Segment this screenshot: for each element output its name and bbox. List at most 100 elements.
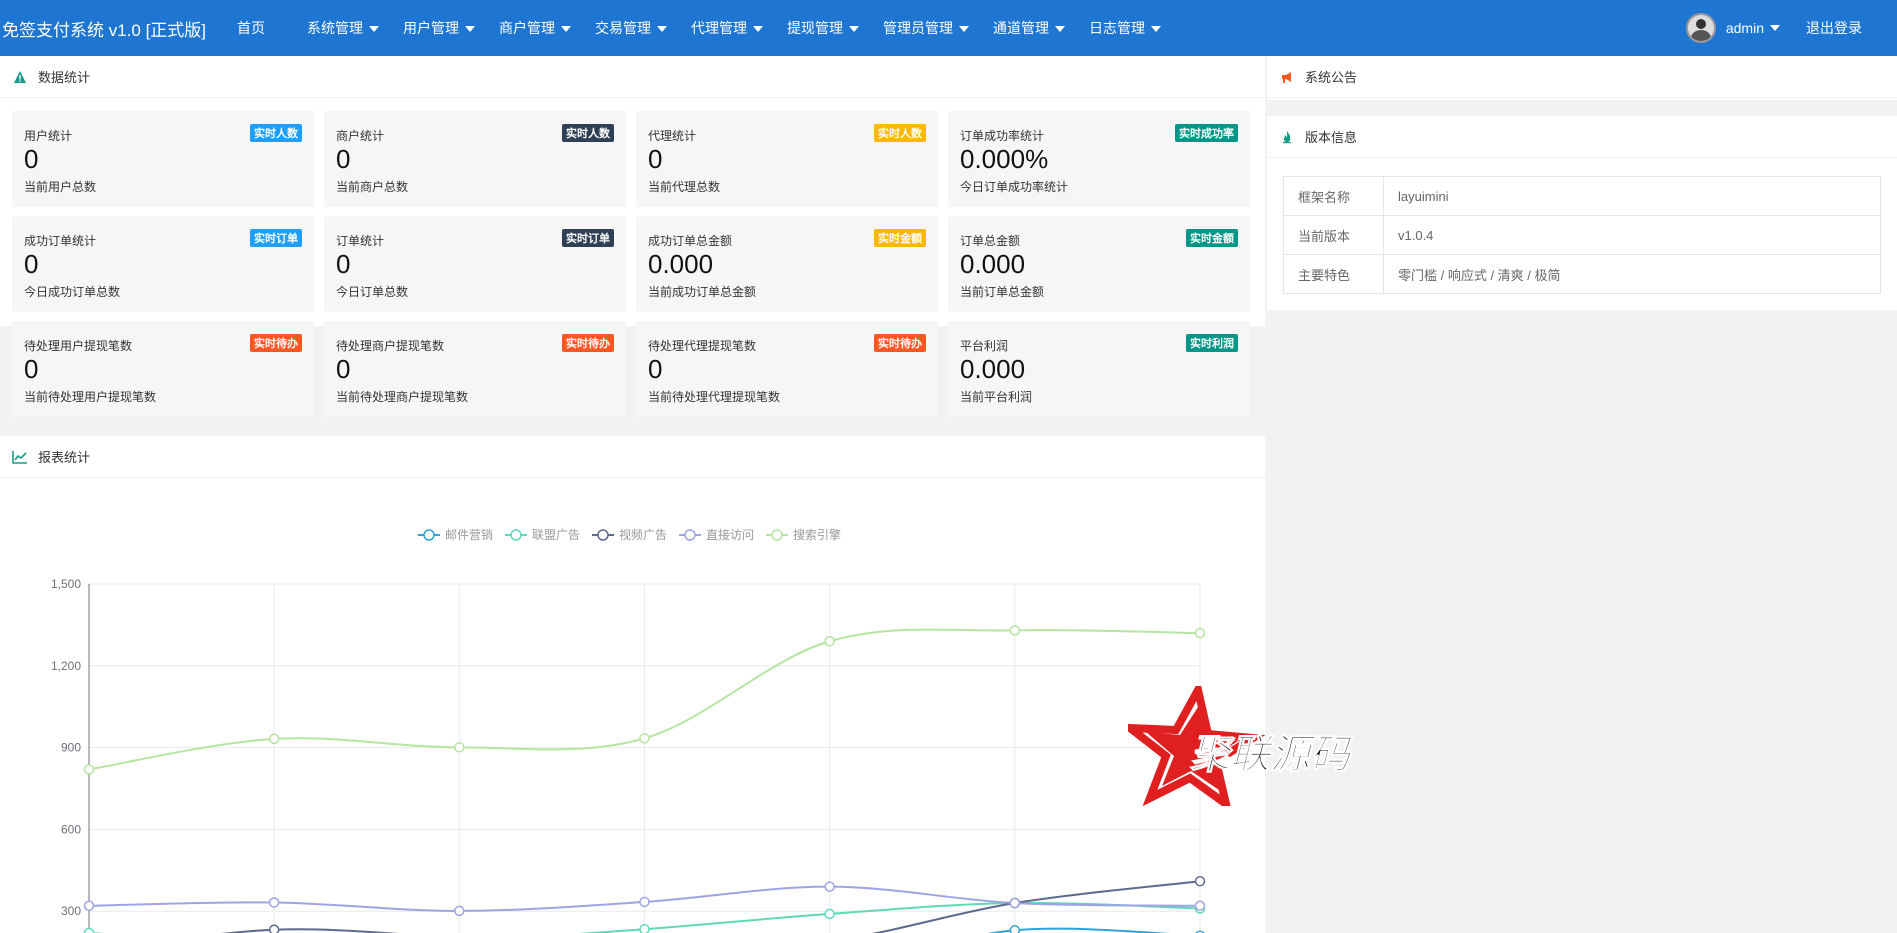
nav-item-label: 代理管理 — [691, 20, 747, 36]
stat-card-value: 0 — [648, 144, 663, 174]
notice-panel: 系统公告 — [1267, 56, 1897, 100]
fire-icon — [1279, 129, 1295, 145]
data-point[interactable] — [268, 897, 280, 908]
stat-card: 待处理代理提现笔数 实时待办 0 当前待处理代理提现笔数 — [636, 321, 938, 417]
y-tick-label: 1,500 — [51, 577, 81, 591]
stat-card-title: 商户统计 — [336, 129, 385, 143]
legend-item[interactable]: 联盟广告 — [505, 528, 580, 542]
nav-item-9[interactable]: 日志管理 — [1077, 0, 1173, 56]
data-point[interactable] — [454, 742, 465, 753]
stat-card-desc: 当前订单总金额 — [960, 285, 1045, 299]
admin-username: admin — [1725, 20, 1764, 36]
legend-item[interactable]: 视频广告 — [592, 527, 667, 542]
nav-item-5[interactable]: 代理管理 — [679, 0, 775, 56]
nav-item-label: 提现管理 — [787, 20, 843, 36]
stat-card: 商户统计 实时人数 0 当前商户总数 — [324, 111, 626, 207]
version-key: 当前版本 — [1283, 215, 1384, 255]
stat-card-desc: 当前待处理商户提现笔数 — [336, 390, 469, 404]
stat-card-badge: 实时订单 — [250, 229, 302, 247]
data-point[interactable] — [639, 896, 650, 908]
stat-card: 代理统计 实时人数 0 当前代理总数 — [636, 111, 938, 207]
data-point[interactable] — [268, 924, 280, 933]
chevron-down-icon — [959, 26, 969, 32]
stat-card-title: 平台利润 — [960, 339, 1009, 353]
stat-card-desc: 当前成功订单总金额 — [648, 285, 757, 299]
chevron-down-icon — [1770, 25, 1780, 31]
data-point[interactable] — [1009, 625, 1021, 636]
data-point[interactable] — [268, 733, 280, 745]
stat-card-title: 待处理用户提现笔数 — [24, 339, 133, 353]
y-tick-label: 300 — [61, 904, 81, 918]
data-point[interactable] — [83, 900, 95, 911]
data-point[interactable] — [1194, 627, 1206, 639]
nav-item-label: 商户管理 — [499, 20, 555, 36]
stats-panel-title: 数据统计 — [38, 70, 91, 85]
nav-item-3[interactable]: 商户管理 — [487, 0, 583, 56]
data-point[interactable] — [83, 927, 95, 933]
user-nav: admin 退出登录 — [1685, 0, 1897, 56]
line-chart-icon — [12, 449, 28, 465]
data-point[interactable] — [1009, 897, 1021, 909]
nav-item-4[interactable]: 交易管理 — [583, 0, 679, 56]
stat-card-desc: 今日订单成功率统计 — [960, 180, 1069, 194]
stat-card-desc: 当前商户总数 — [336, 180, 409, 194]
stat-card-value: 0.000 — [648, 249, 714, 279]
report-line-chart: 1,500 1,200 900 600 300 邮件营销 联盟广告 视频广告 直接访问 搜索引擎 — [51, 527, 1206, 933]
version-row: 当前版本 v1.0.4 — [1283, 215, 1881, 255]
legend-item[interactable]: 搜索引擎 — [766, 527, 841, 542]
data-point[interactable] — [454, 905, 465, 917]
nav-item-label: 日志管理 — [1089, 20, 1145, 36]
stat-card-title: 成功订单统计 — [24, 234, 97, 248]
stat-card-badge: 实时金额 — [874, 229, 926, 247]
stat-card-badge: 实时利润 — [1186, 334, 1238, 352]
nav-item-label: 通道管理 — [993, 20, 1049, 36]
stat-card: 订单成功率统计 实时成功率 0.000% 今日订单成功率统计 — [948, 111, 1250, 207]
warning-icon — [12, 69, 28, 85]
chevron-down-icon — [849, 26, 859, 32]
notice-panel-header: 系统公告 — [1267, 56, 1897, 98]
nav-item-0[interactable]: 首页 — [225, 0, 295, 56]
stat-card: 成功订单总金额 实时金额 0.000 当前成功订单总金额 — [636, 216, 938, 312]
legend-label: 直接访问 — [706, 527, 754, 542]
nav-item-1[interactable]: 系统管理 — [295, 0, 391, 56]
nav-item-7[interactable]: 管理员管理 — [871, 0, 981, 56]
stat-card-desc: 今日成功订单总数 — [24, 285, 121, 299]
nav-item-label: 用户管理 — [403, 20, 459, 36]
data-point[interactable] — [83, 764, 95, 775]
nav-item-label: 交易管理 — [595, 20, 651, 36]
stat-card-badge: 实时待办 — [562, 334, 614, 352]
data-point[interactable] — [1194, 900, 1206, 911]
version-key: 框架名称 — [1283, 176, 1384, 216]
chevron-down-icon — [657, 26, 667, 32]
admin-menu[interactable]: admin — [1726, 20, 1806, 36]
stat-card-value: 0 — [336, 249, 351, 279]
watermark-logo: 聚联源码 — [1117, 678, 1398, 814]
data-point[interactable] — [824, 636, 835, 647]
nav-item-6[interactable]: 提现管理 — [775, 0, 871, 56]
data-point[interactable] — [639, 733, 650, 744]
legend-item[interactable]: 邮件营销 — [418, 528, 493, 542]
stat-card-badge: 实时人数 — [250, 124, 302, 142]
stat-card-value: 0 — [24, 144, 39, 174]
stat-card-desc: 当前待处理代理提现笔数 — [648, 390, 781, 404]
nav-item-2[interactable]: 用户管理 — [391, 0, 487, 56]
nav-item-8[interactable]: 通道管理 — [981, 0, 1077, 56]
nav-item-label: 管理员管理 — [883, 20, 953, 36]
stat-card-value: 0 — [336, 144, 351, 174]
avatar[interactable] — [1685, 13, 1716, 43]
data-point[interactable] — [824, 908, 835, 920]
data-point[interactable] — [639, 923, 650, 933]
data-point[interactable] — [824, 881, 835, 892]
data-point[interactable] — [1194, 875, 1206, 887]
report-panel-title: 报表统计 — [38, 450, 91, 465]
stat-card: 待处理商户提现笔数 实时待办 0 当前待处理商户提现笔数 — [324, 321, 626, 417]
legend-item[interactable]: 直接访问 — [679, 527, 754, 542]
version-value: v1.0.4 — [1383, 215, 1881, 255]
data-point[interactable] — [1009, 925, 1021, 933]
version-panel-title: 版本信息 — [1305, 130, 1358, 145]
top-navbar: 免签支付系统 v1.0 [正式版] 首页 系统管理 用户管理 商户管理 交易管理 代理管理… — [0, 0, 1897, 56]
stat-card-desc: 今日订单总数 — [336, 285, 409, 299]
version-panel: 版本信息 框架名称 layuimini 当前版本 v1.0.4 主要特色 零门槛 / 响应… — [1267, 116, 1897, 310]
logout-link[interactable]: 退出登录 — [1806, 18, 1897, 38]
chevron-down-icon — [753, 26, 763, 32]
